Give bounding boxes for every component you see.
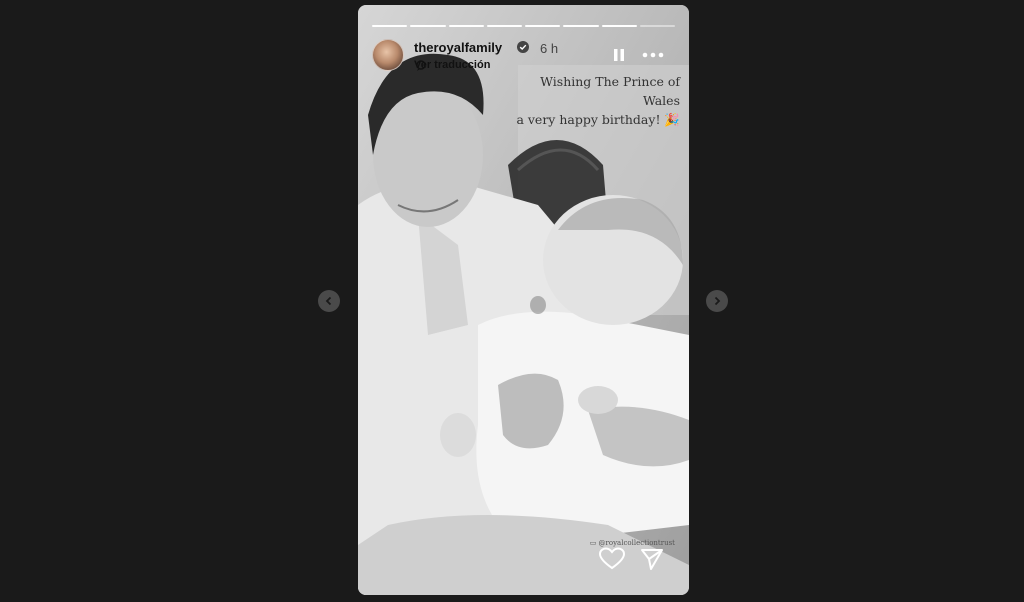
progress-segment <box>410 25 446 27</box>
translate-icon <box>416 60 426 71</box>
previous-story-button[interactable] <box>318 290 340 312</box>
username-link[interactable]: theroyalfamily <box>414 40 502 55</box>
progress-segment <box>601 25 637 27</box>
caption-line: a very happy birthday! 🎉 <box>516 112 680 127</box>
verified-badge-icon <box>517 41 529 53</box>
photo-credit: ▭ @royalcollectiontrust <box>589 539 675 547</box>
avatar[interactable] <box>372 39 404 71</box>
next-story-button[interactable] <box>706 290 728 312</box>
heart-icon[interactable] <box>599 547 625 571</box>
progress-segment <box>486 25 522 27</box>
story-caption: Wishing The Prince of Wales a very happy… <box>500 72 680 129</box>
story-progress-bar <box>372 25 675 27</box>
story-viewer[interactable]: theroyalfamily 6 h Ver traducción Wishin… <box>358 5 689 595</box>
pause-icon[interactable] <box>611 47 627 63</box>
caption-line: Wishing The Prince of Wales <box>540 74 680 108</box>
progress-segment <box>639 25 675 27</box>
post-time: 6 h <box>540 41 559 56</box>
more-options-icon[interactable] <box>641 47 665 63</box>
progress-segment <box>448 25 484 27</box>
chevron-left-icon <box>325 296 332 306</box>
send-icon[interactable] <box>640 547 664 571</box>
chevron-right-icon <box>714 296 721 306</box>
progress-segment <box>525 25 561 27</box>
progress-segment <box>563 25 599 27</box>
progress-segment <box>372 25 408 27</box>
